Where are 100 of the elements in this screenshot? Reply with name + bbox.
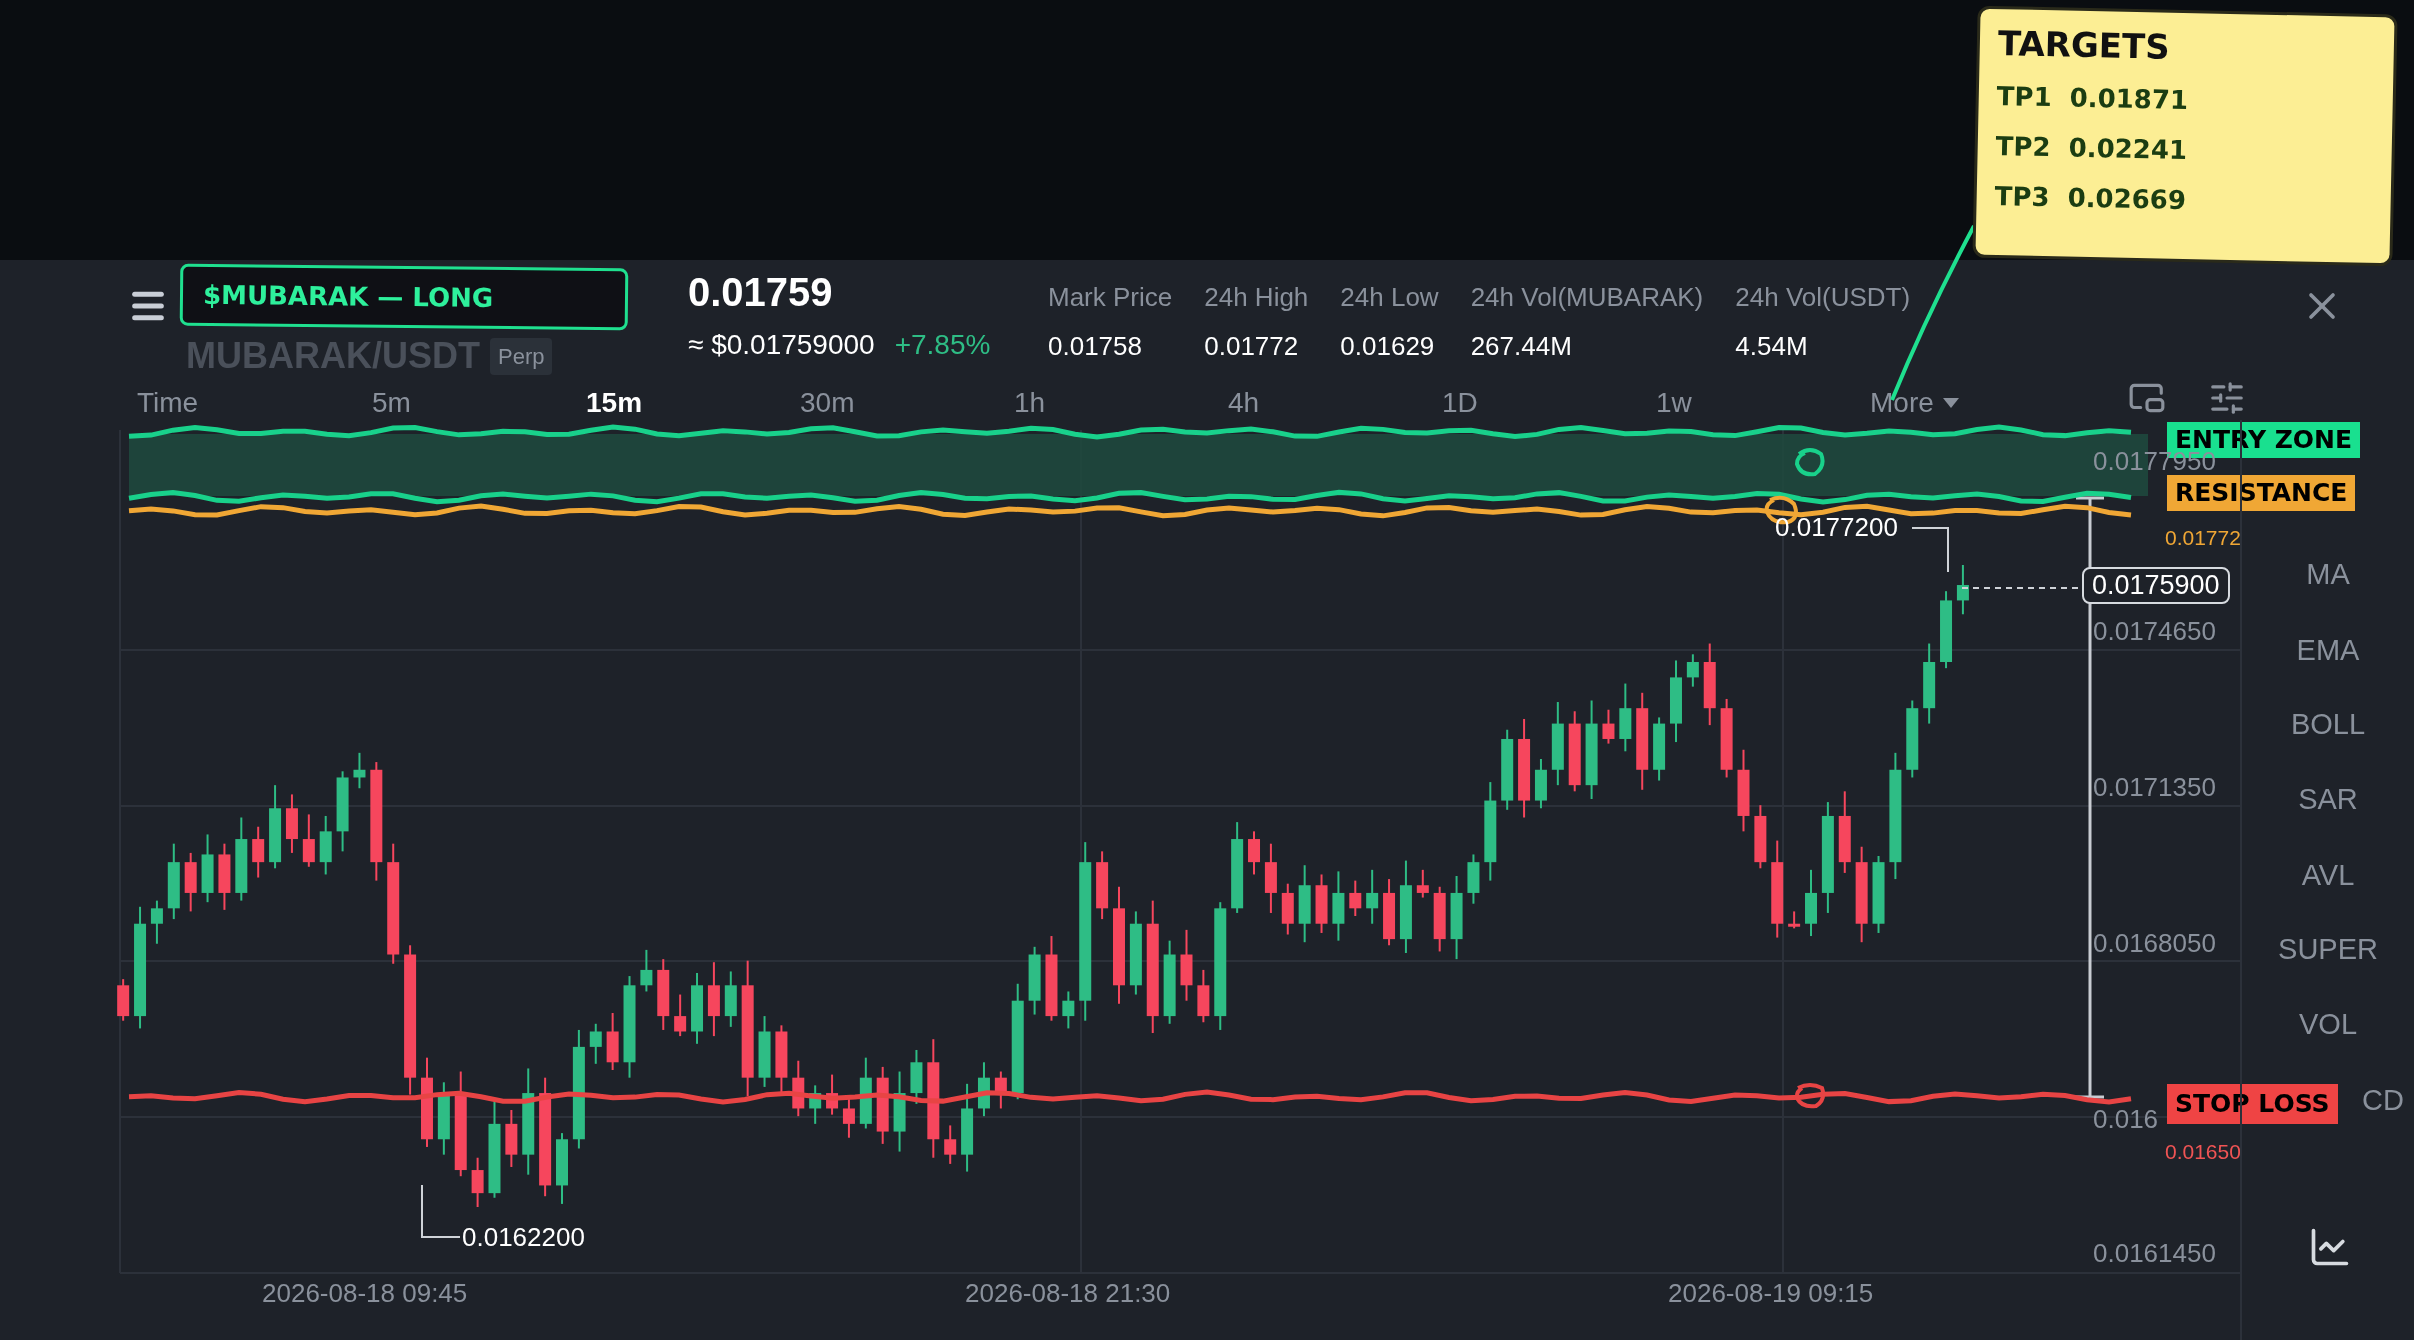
- candlestick: [285, 793, 298, 854]
- timeframe-tab[interactable]: 30m: [800, 388, 1014, 417]
- stat-label: 24h High: [1204, 281, 1309, 314]
- caret-down-icon: [1941, 396, 1960, 409]
- candlestick: [1096, 850, 1109, 921]
- indicator-tab[interactable]: MA: [2306, 560, 2350, 589]
- candlestick: [842, 1098, 855, 1139]
- candlestick: [1534, 758, 1547, 810]
- candlestick: [201, 833, 214, 904]
- axis-label: 0.0174650: [2093, 618, 2216, 644]
- candlestick: [1366, 868, 1379, 925]
- candlestick: [1197, 968, 1210, 1024]
- candlestick: [1956, 564, 1969, 616]
- indicator-tab[interactable]: VOL: [2299, 1010, 2357, 1039]
- perp-badge: Perp: [490, 338, 553, 375]
- indicator-tab[interactable]: SUPER: [2278, 935, 2378, 964]
- timeframe-tab[interactable]: 1w: [1656, 388, 1870, 417]
- current-price-tag: 0.0175900: [2082, 567, 2230, 604]
- candlestick: [1281, 882, 1294, 936]
- target-label: TP1: [1996, 80, 2053, 115]
- usd-price: ≈ $0.01759000: [688, 328, 875, 362]
- stat-label: 24h Low: [1340, 281, 1439, 314]
- candlestick: [1619, 682, 1632, 753]
- timeframe-tab[interactable]: 1D: [1442, 388, 1656, 417]
- time-axis-label: 2026-08-18 09:45: [262, 1280, 468, 1306]
- candlestick: [589, 1022, 602, 1065]
- axis-label: 0.0168050: [2093, 930, 2216, 956]
- stat-label: 24h Vol(USDT): [1735, 281, 1911, 314]
- axis-label: 0.016: [2093, 1106, 2159, 1132]
- indicator-tab[interactable]: SAR: [2298, 785, 2358, 814]
- target-value: 0.02669: [2067, 181, 2187, 218]
- stat-value: 0.01758: [1048, 330, 1143, 363]
- low-marker-line: [421, 1184, 461, 1238]
- stat-label: 24h Vol(MUBARAK): [1470, 281, 1704, 314]
- candlestick: [1602, 708, 1615, 745]
- indicator-tab[interactable]: BOLL: [2290, 710, 2366, 739]
- candlestick: [1805, 868, 1817, 938]
- candlestick: [184, 851, 197, 913]
- candlestick: [792, 1059, 805, 1118]
- candlestick: [1264, 842, 1277, 914]
- candlestick: [1315, 873, 1328, 934]
- candlestick: [1754, 804, 1767, 870]
- time-axis-label: 2026-08-19 09:15: [1668, 1280, 1874, 1306]
- indicator-tab[interactable]: CD: [2362, 1086, 2404, 1115]
- axis-label: 0.0171350: [2093, 774, 2216, 800]
- annotation-title: $MUBARAK — LONG: [202, 278, 494, 315]
- stat-value: 4.54M: [1735, 330, 1809, 363]
- candlestick: [674, 993, 687, 1038]
- candlestick: [724, 970, 737, 1028]
- stat-value: 0.01772: [1204, 330, 1300, 363]
- timeframe-tab[interactable]: More: [1870, 388, 2084, 417]
- candlestick: [910, 1048, 923, 1105]
- candlestick: [117, 978, 130, 1022]
- candlestick: [1028, 945, 1041, 1016]
- candlestick: [218, 842, 231, 911]
- candlestick: [471, 1156, 484, 1208]
- candlestick: [150, 899, 163, 945]
- target-label: TP3: [1994, 180, 2050, 215]
- indicator-tab[interactable]: AVL: [2301, 861, 2355, 890]
- timeframe-tab[interactable]: 5m: [372, 388, 586, 417]
- candlestick: [1332, 870, 1345, 942]
- price-change: +7.85%: [894, 328, 991, 362]
- candlestick: [1467, 853, 1480, 905]
- candlestick: [319, 814, 332, 876]
- stat-value: 0.01629: [1340, 330, 1436, 363]
- candlestick: [302, 813, 315, 868]
- stat-value: 267.44M: [1470, 330, 1573, 363]
- axis-label: 0.0161450: [2093, 1240, 2216, 1266]
- target-label: TP2: [1995, 130, 2052, 165]
- low-price-label: 0.0162200: [462, 1224, 585, 1250]
- stat-label: Mark Price: [1048, 281, 1173, 314]
- candlestick: [1383, 878, 1396, 947]
- timeframe-tab[interactable]: 4h: [1228, 388, 1442, 417]
- timeframe-tab[interactable]: 15m: [586, 388, 800, 417]
- timeframe-tab[interactable]: 1h: [1014, 388, 1228, 417]
- candlestick: [1062, 990, 1075, 1030]
- candlestick: [944, 1124, 957, 1165]
- target-value: 0.01871: [2069, 81, 2189, 118]
- candlestick: [1433, 885, 1446, 953]
- candlestick: [977, 1061, 990, 1118]
- resistance-price: 0.01772: [2165, 525, 2241, 551]
- candlestick: [606, 1012, 619, 1071]
- candlestick: [505, 1109, 518, 1168]
- candlestick: [640, 948, 653, 993]
- candlestick: [809, 1084, 822, 1125]
- candlestick: [994, 1070, 1007, 1110]
- candlestick: [1248, 830, 1260, 876]
- timeframe-tab[interactable]: Time: [137, 388, 372, 417]
- time-axis-label: 2026-08-18 21:30: [965, 1280, 1171, 1306]
- candlestick: [826, 1073, 839, 1116]
- candlestick: [1788, 910, 1801, 930]
- last-price: 0.01759: [688, 269, 834, 316]
- candlestick: [1653, 716, 1666, 782]
- target-value: 0.02241: [2068, 131, 2188, 168]
- high-marker-line: [1911, 527, 1949, 573]
- indicator-tab[interactable]: EMA: [2296, 636, 2360, 665]
- settings-icon[interactable]: [2208, 379, 2246, 417]
- high-price-label: 0.0177200: [1775, 514, 1898, 540]
- candlestick: [353, 751, 366, 790]
- candlestick: [1686, 653, 1699, 688]
